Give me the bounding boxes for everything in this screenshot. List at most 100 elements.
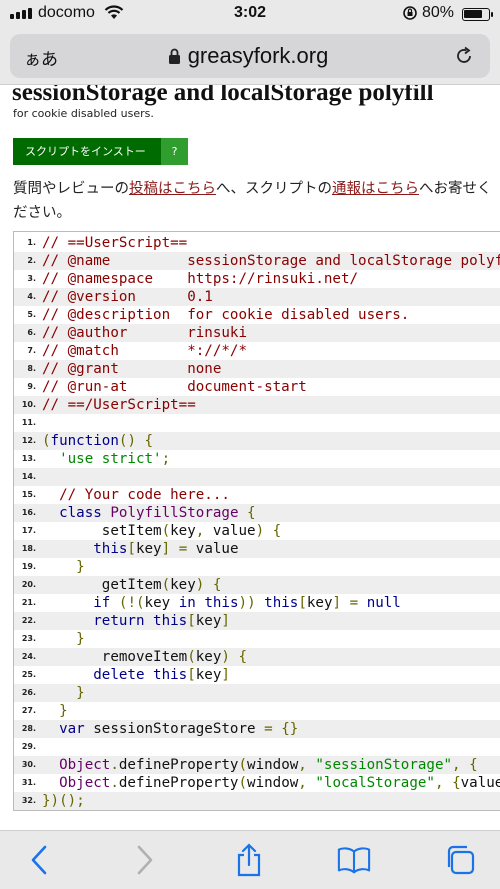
line-number: 13. — [21, 454, 36, 463]
line-number: 16. — [21, 508, 36, 517]
code-line: 5. // @description for cookie disabled us… — [14, 306, 500, 324]
bookmarks-icon[interactable] — [337, 843, 371, 877]
install-button-group: スクリプトをインストール ? — [13, 138, 188, 185]
code-line: 27. } — [14, 702, 500, 720]
url-domain[interactable]: greasyfork.org — [10, 43, 490, 69]
code-line: 22. return this[key] — [14, 612, 500, 630]
forward-icon[interactable] — [128, 843, 162, 877]
code-line: 14. — [14, 468, 500, 486]
install-help-button[interactable]: ? — [161, 138, 188, 165]
code-text: // ==UserScript== — [42, 235, 188, 251]
line-number: 31. — [21, 778, 36, 787]
line-number: 4. — [27, 292, 36, 301]
code-line: 13. 'use strict'; — [14, 450, 500, 468]
install-button[interactable]: スクリプトをインストール — [13, 138, 161, 185]
code-text: Object.defineProperty(window, "localStor… — [59, 775, 500, 791]
code-line: 24. removeItem(key) { — [14, 648, 500, 666]
code-text: // @namespace https://rinsuki.net/ — [42, 271, 359, 287]
code-text: if (!(key in this)) this[key] = null — [93, 595, 401, 611]
code-line: 30. Object.defineProperty(window, "sessi… — [14, 756, 500, 774]
line-number: 19. — [21, 562, 36, 571]
line-number: 24. — [21, 652, 36, 661]
line-number: 32. — [21, 796, 36, 805]
code-line: 6. // @author rinsuki — [14, 324, 500, 342]
line-number: 23. — [21, 634, 36, 643]
code-text: // @name sessionStorage and localStorage… — [42, 253, 500, 269]
line-number: 29. — [21, 742, 36, 751]
line-number: 22. — [21, 616, 36, 625]
code-text: this[key] = value — [93, 541, 239, 557]
line-number: 6. — [27, 328, 36, 337]
code-line: 21. if (!(key in this)) this[key] = null — [14, 594, 500, 612]
code-line: 7. // @match *://*/* — [14, 342, 500, 360]
code-line: 4. // @version 0.1 — [14, 288, 500, 306]
post-review-link[interactable]: 投稿はこちら — [129, 181, 216, 197]
code-line: 26. } — [14, 684, 500, 702]
code-text: })(); — [42, 793, 85, 809]
code-text: class PolyfillStorage { — [59, 505, 256, 521]
line-number: 8. — [27, 364, 36, 373]
line-number: 10. — [21, 400, 36, 409]
code-text: removeItem(key) { — [42, 649, 248, 665]
code-line: 18. this[key] = value — [14, 540, 500, 558]
report-script-link[interactable]: 通報はこちら — [332, 181, 419, 197]
code-line: 8. // @grant none — [14, 360, 500, 378]
feedback-text: 質問やレビューの — [13, 181, 129, 197]
line-number: 7. — [27, 346, 36, 355]
line-number: 30. — [21, 760, 36, 769]
page-content: sessionStorage and localStorage polyfill… — [0, 85, 500, 830]
code-text: delete this[key] — [93, 667, 230, 683]
code-line: 9. // @run-at document-start — [14, 378, 500, 396]
line-number: 5. — [27, 310, 36, 319]
code-line: 32. })(); — [14, 792, 500, 810]
line-number: 15. — [21, 490, 36, 499]
share-icon[interactable] — [232, 843, 266, 877]
code-text: var sessionStorageStore = {} — [59, 721, 299, 737]
line-number: 27. — [21, 706, 36, 715]
code-line: 19. } — [14, 558, 500, 576]
line-number: 1. — [27, 238, 36, 247]
code-line: 1. // ==UserScript== — [14, 234, 500, 252]
line-number: 11. — [21, 418, 36, 427]
script-description: for cookie disabled users. — [13, 107, 154, 120]
code-line: 12. (function() { — [14, 432, 500, 450]
line-number: 26. — [21, 688, 36, 697]
code-view[interactable]: 1. // ==UserScript== 2. // @name sessionSto… — [13, 231, 500, 811]
script-title: sessionStorage and localStorage polyfill — [12, 85, 434, 106]
code-text: 'use strict'; — [59, 451, 171, 467]
code-text: // Your code here... — [59, 487, 230, 503]
line-number: 28. — [21, 724, 36, 733]
code-line: 17. setItem(key, value) { — [14, 522, 500, 540]
browser-header: ぁあ greasyfork.org — [0, 28, 500, 84]
tabs-icon[interactable] — [443, 843, 477, 877]
code-text: setItem(key, value) { — [42, 523, 282, 539]
line-number: 17. — [21, 526, 36, 535]
code-text: // @run-at document-start — [42, 379, 307, 395]
line-number: 21. — [21, 598, 36, 607]
back-icon[interactable] — [22, 843, 56, 877]
code-text: (function() { — [42, 433, 154, 449]
code-text: // @version 0.1 — [42, 289, 213, 305]
line-number: 9. — [27, 382, 36, 391]
code-line: 16. class PolyfillStorage { — [14, 504, 500, 522]
code-line: 2. // @name sessionStorage and localStora… — [14, 252, 500, 270]
code-text: } — [76, 631, 85, 647]
code-text: } — [76, 685, 85, 701]
line-number: 25. — [21, 670, 36, 679]
feedback-text: へ、スクリプトの — [216, 181, 332, 197]
code-text: getItem(key) { — [42, 577, 222, 593]
address-bar[interactable]: ぁあ greasyfork.org — [10, 34, 490, 78]
code-line: 10. // ==/UserScript== — [14, 396, 500, 414]
battery-percent: 80% — [422, 4, 455, 21]
code-line: 23. } — [14, 630, 500, 648]
code-line: 25. delete this[key] — [14, 666, 500, 684]
line-number: 3. — [27, 274, 36, 283]
code-line: 20. getItem(key) { — [14, 576, 500, 594]
code-text: // ==/UserScript== — [42, 397, 196, 413]
feedback-notice: 質問やレビューの投稿はこちらへ、スクリプトの通報はこちらへお寄せください。 — [13, 177, 493, 225]
browser-toolbar — [0, 831, 500, 889]
code-line: 15. // Your code here... — [14, 486, 500, 504]
code-line: 3. // @namespace https://rinsuki.net/ — [14, 270, 500, 288]
reload-icon[interactable] — [454, 46, 474, 70]
battery-icon — [462, 8, 493, 21]
